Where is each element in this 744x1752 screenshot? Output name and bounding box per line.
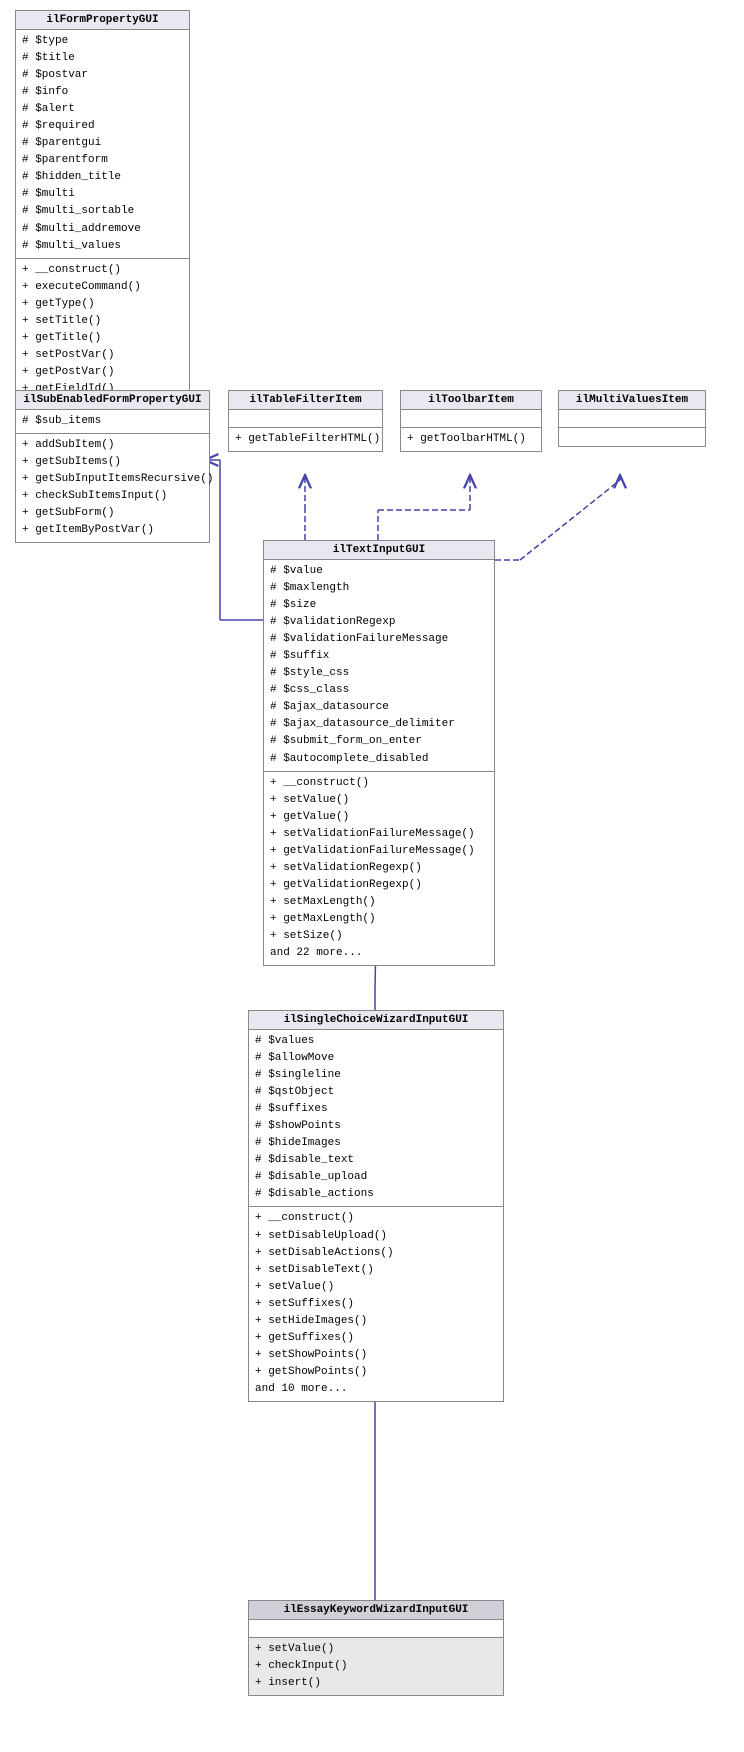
il-single-choice-attrs: # $values # $allowMove # $singleline # $… [249,1030,503,1207]
il-multi-values-item-box: ilMultiValuesItem [558,390,706,447]
class-title: ilSubEnabledFormPropertyGUI [23,394,201,406]
il-essay-keyword-wizard-input-gui-header: ilEssayKeywordWizardInputGUI [249,1601,503,1620]
il-single-choice-wizard-input-gui-header: ilSingleChoiceWizardInputGUI [249,1011,503,1030]
class-title: ilMultiValuesItem [576,394,688,406]
class-title: ilTableFilterItem [249,394,361,406]
class-title: ilFormPropertyGUI [46,14,158,26]
il-form-property-gui-attrs: # $type # $title # $postvar # $info # $a… [16,30,189,259]
il-multi-values-item-methods [559,428,705,446]
il-text-input-gui-methods: + __construct() + setValue() + getValue(… [264,772,494,966]
il-toolbar-item-box: ilToolbarItem + getToolbarHTML() [400,390,542,452]
il-multi-values-item-header: ilMultiValuesItem [559,391,705,410]
il-toolbar-item-header: ilToolbarItem [401,391,541,410]
class-title: ilSingleChoiceWizardInputGUI [284,1014,469,1026]
il-essay-keyword-wizard-input-gui-box: ilEssayKeywordWizardInputGUI + setValue(… [248,1600,504,1696]
il-sub-enabled-form-property-gui-header: ilSubEnabledFormPropertyGUI [16,391,209,410]
il-table-filter-item-methods: + getTableFilterHTML() [229,428,382,451]
il-form-property-gui-header: ilFormPropertyGUI [16,11,189,30]
il-single-choice-methods: + __construct() + setDisableUpload() + s… [249,1207,503,1401]
il-toolbar-item-attrs [401,410,541,428]
il-text-input-gui-attrs: # $value # $maxlength # $size # $validat… [264,560,494,772]
il-sub-enabled-form-property-gui-box: ilSubEnabledFormPropertyGUI # $sub_items… [15,390,210,543]
il-table-filter-item-box: ilTableFilterItem + getTableFilterHTML() [228,390,383,452]
diagram-container: ilFormPropertyGUI # $type # $title # $po… [0,0,744,1752]
il-single-choice-wizard-input-gui-box: ilSingleChoiceWizardInputGUI # $values #… [248,1010,504,1402]
il-text-input-gui-header: ilTextInputGUI [264,541,494,560]
class-title: ilToolbarItem [428,394,514,406]
il-essay-keyword-attrs [249,1620,503,1638]
il-sub-enabled-attrs: # $sub_items [16,410,209,434]
il-toolbar-item-methods: + getToolbarHTML() [401,428,541,451]
il-table-filter-item-attrs [229,410,382,428]
il-essay-keyword-methods: + setValue() + checkInput() + insert() [249,1638,503,1695]
il-sub-enabled-methods: + addSubItem() + getSubItems() + getSubI… [16,434,209,542]
il-table-filter-item-header: ilTableFilterItem [229,391,382,410]
il-multi-values-item-attrs [559,410,705,428]
class-title: ilTextInputGUI [333,544,425,556]
il-text-input-gui-box: ilTextInputGUI # $value # $maxlength # $… [263,540,495,966]
class-title: ilEssayKeywordWizardInputGUI [284,1604,469,1616]
